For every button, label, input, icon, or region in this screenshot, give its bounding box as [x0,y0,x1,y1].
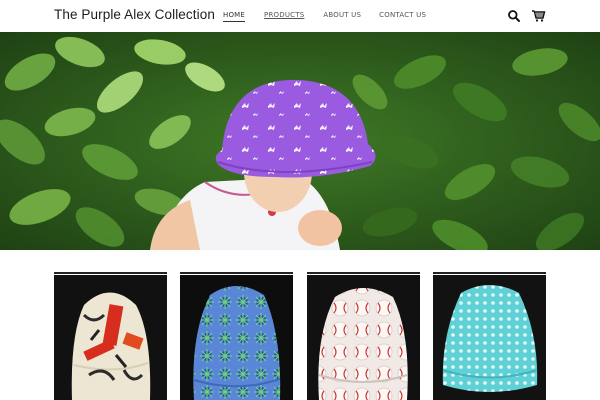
product-image[interactable] [54,275,167,400]
card-divider [307,272,420,274]
nav-contact-us[interactable]: CONTACT US [379,11,426,22]
card-divider [180,272,293,274]
hero-image [0,32,600,250]
product-image[interactable] [433,275,546,400]
nav-products[interactable]: PRODUCTS [264,11,304,22]
site-header: The Purple Alex Collection HOME PRODUCTS… [0,0,600,32]
product-card[interactable] [180,272,293,400]
product-image[interactable] [180,275,293,400]
main-nav: HOME PRODUCTS ABOUT US CONTACT US [223,11,426,22]
site-title[interactable]: The Purple Alex Collection [54,7,215,22]
product-card[interactable] [433,272,546,400]
nav-home[interactable]: HOME [223,11,246,22]
card-divider [54,272,167,274]
product-card[interactable] [54,272,167,400]
cart-icon[interactable] [531,9,546,23]
hero-banner [0,32,600,250]
product-grid [54,272,546,400]
product-image[interactable] [307,275,420,400]
card-divider [433,272,546,274]
nav-about-us[interactable]: ABOUT US [323,11,361,22]
search-icon[interactable] [507,9,521,23]
product-card[interactable] [307,272,420,400]
